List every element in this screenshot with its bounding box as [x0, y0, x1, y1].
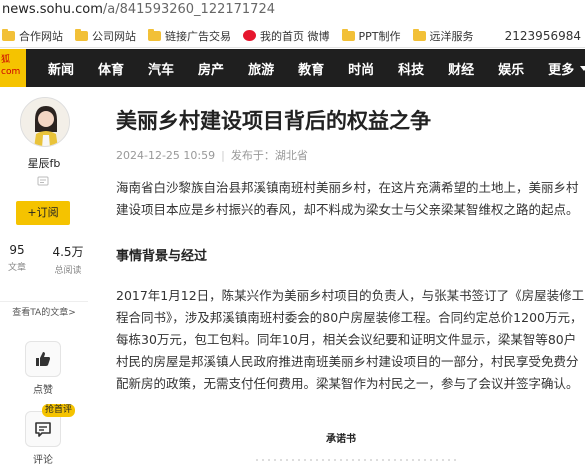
- author-sidebar: 星辰fb +订阅 95 文章 4.5万 总阅读 查看TA的文章> 点赞 抢首评: [0, 87, 90, 466]
- bookmark-item[interactable]: 我的首页 微博: [243, 28, 330, 44]
- chevron-down-icon: [580, 65, 585, 71]
- nav-item[interactable]: 娱乐: [498, 59, 524, 78]
- like-button[interactable]: 点赞: [22, 341, 64, 396]
- nav-item[interactable]: 汽车: [148, 59, 174, 78]
- article-title: 美丽乡村建设项目背后的权益之争: [116, 109, 431, 133]
- folder-icon: [148, 28, 161, 41]
- embedded-document-heading: 承诺书: [326, 434, 356, 445]
- article-source: 发布于：湖北省: [230, 149, 308, 162]
- meta-separator: |: [221, 149, 225, 162]
- articles-label: 文章: [7, 263, 26, 273]
- avatar[interactable]: [20, 97, 70, 147]
- bookmarks-bar: 合作网站 公司网站 链接广告交易 我的首页 微博 PPT制作 远洋服务 2123…: [0, 24, 585, 48]
- nav-item[interactable]: 旅游: [248, 59, 274, 78]
- author-name[interactable]: 星辰fb: [0, 155, 88, 171]
- folder-icon: [75, 28, 88, 41]
- url-host: news.sohu.com: [2, 2, 103, 17]
- bookmark-item[interactable]: 远洋服务: [412, 28, 474, 44]
- nav-item[interactable]: 财经: [448, 59, 474, 78]
- reads-stat: 4.5万 总阅读: [48, 243, 88, 276]
- bookmark-item[interactable]: 链接广告交易: [148, 28, 231, 44]
- url-path: /a/841593260_122171724: [102, 2, 275, 17]
- nav-item[interactable]: 时尚: [348, 59, 374, 78]
- nav-more-button[interactable]: 更多: [548, 59, 585, 78]
- bookmark-extra[interactable]: 2123956984: [505, 29, 581, 43]
- address-bar[interactable]: news.sohu.com/a/841593260_122171724: [0, 0, 585, 22]
- top-navbar: 狐 com 新闻 体育 汽车 房产 旅游 教育 时尚 科技 财经 娱乐 更多: [0, 49, 585, 87]
- bookmark-item[interactable]: PPT制作: [341, 28, 401, 44]
- comment-label: 评论: [33, 455, 53, 466]
- folder-icon: [412, 28, 426, 41]
- article-meta: 2024-12-25 10:59 | 发布于：湖北省: [116, 147, 308, 163]
- like-label: 点赞: [33, 385, 53, 396]
- sohu-logo[interactable]: 狐 com: [0, 49, 26, 87]
- author-level-icon: [37, 176, 49, 186]
- nav-item[interactable]: 科技: [398, 59, 424, 78]
- articles-stat: 95 文章: [4, 243, 30, 273]
- section-heading: 事情背景与经过: [116, 249, 208, 264]
- article-paragraph: 2017年1月12日，陈某兴作为美丽乡村项目的负责人，与张某书签订了《房屋装修工…: [116, 288, 585, 391]
- comment-button[interactable]: 抢首评 评论: [22, 404, 76, 466]
- comment-badge: 抢首评: [42, 404, 76, 417]
- article-paragraph: 海南省白沙黎族自治县邦溪镇南班村美丽乡村，在这片充满希望的土地上，美丽乡村建设项…: [116, 180, 579, 217]
- articles-count: 95: [9, 243, 25, 257]
- folder-icon: [341, 28, 355, 41]
- comment-icon: [35, 422, 51, 437]
- nav-item[interactable]: 房产: [198, 59, 224, 78]
- nav-item[interactable]: 教育: [298, 59, 324, 78]
- reads-count: 4.5万: [52, 245, 84, 259]
- article-date: 2024-12-25 10:59: [116, 149, 216, 162]
- reads-label: 总阅读: [54, 266, 82, 276]
- embedded-document-image: [256, 459, 456, 461]
- thumbs-up-icon: [36, 352, 50, 366]
- bookmark-item[interactable]: 合作网站: [2, 28, 63, 44]
- nav-item[interactable]: 体育: [98, 59, 124, 78]
- nav-links: 新闻 体育 汽车 房产 旅游 教育 时尚 科技 财经 娱乐 更多: [48, 49, 585, 87]
- bookmark-item[interactable]: 公司网站: [75, 28, 136, 44]
- nav-item[interactable]: 新闻: [48, 59, 74, 78]
- weibo-icon: [243, 30, 256, 41]
- follow-button[interactable]: +订阅: [16, 201, 70, 225]
- folder-icon: [2, 28, 15, 41]
- author-articles-link[interactable]: 查看TA的文章>: [0, 301, 88, 318]
